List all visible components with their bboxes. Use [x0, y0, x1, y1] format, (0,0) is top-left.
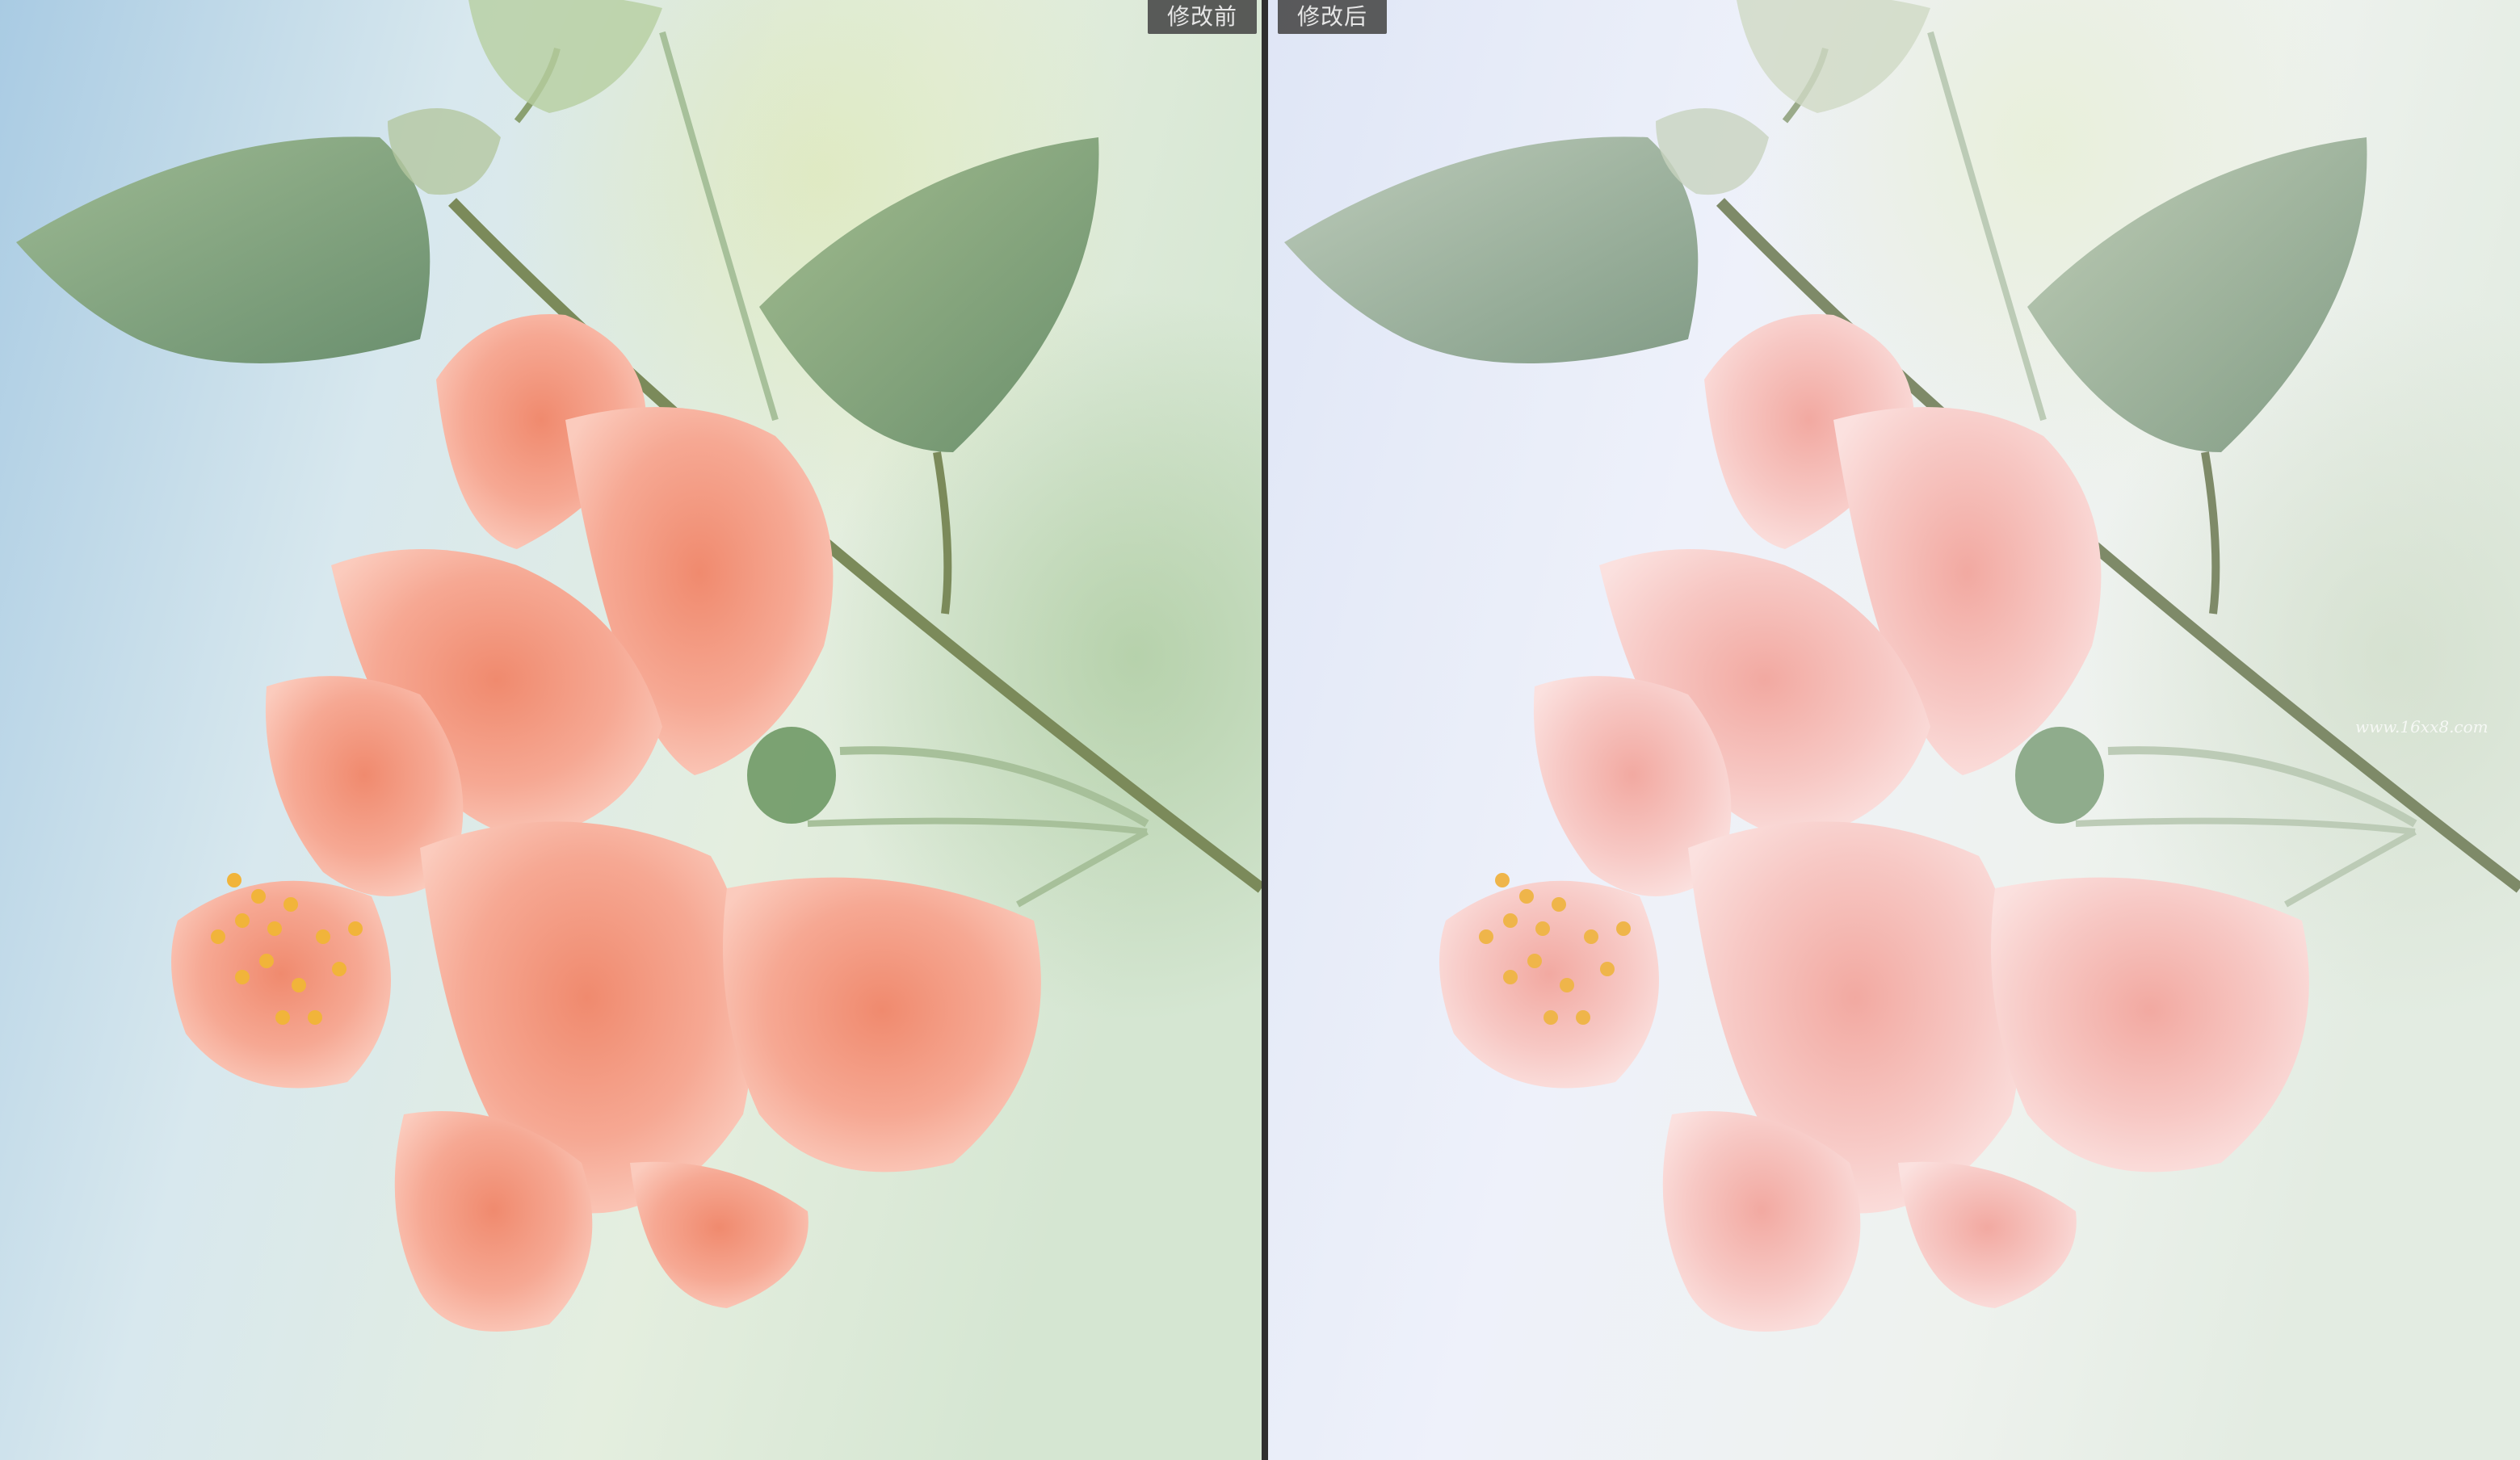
after-label: 修改后 [1278, 0, 1388, 34]
after-image-pane: 修改后 www.16xx8.com [1268, 0, 2520, 1460]
watermark-text: www.16xx8.com [2355, 717, 2488, 736]
before-label: 修改前 [1147, 0, 1257, 34]
before-photo [0, 0, 1262, 1460]
before-after-comparison-viewer: 修改前 修改后 www.16xx8.com [0, 0, 2520, 1460]
before-image-pane: 修改前 [0, 0, 1262, 1460]
pane-divider[interactable] [1262, 0, 1268, 1460]
after-photo [1268, 0, 2520, 1460]
